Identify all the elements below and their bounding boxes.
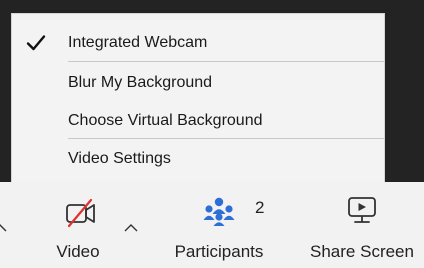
participants-icon bbox=[203, 197, 235, 226]
participants-button-label: Participants bbox=[174, 242, 264, 261]
share-screen-button-label: Share Screen bbox=[310, 242, 414, 261]
meeting-toolbar: Video 2 Participants Share Screen bbox=[0, 182, 424, 268]
share-screen-icon bbox=[348, 197, 376, 223]
check-icon bbox=[26, 35, 46, 51]
menu-item-label: Blur My Background bbox=[68, 74, 213, 91]
chevron-up-icon[interactable] bbox=[123, 222, 139, 232]
video-button[interactable]: Video bbox=[38, 182, 118, 268]
menu-divider bbox=[68, 61, 384, 62]
video-button-label: Video bbox=[56, 242, 100, 261]
video-options-menu: Integrated Webcam Blur My Background Cho… bbox=[11, 13, 385, 183]
participants-count: 2 bbox=[255, 198, 265, 217]
menu-item-blur-background[interactable]: Blur My Background bbox=[12, 64, 384, 102]
menu-item-label: Integrated Webcam bbox=[68, 34, 208, 51]
share-screen-button[interactable]: Share Screen bbox=[302, 182, 422, 268]
menu-divider bbox=[68, 138, 384, 139]
menu-item-choose-virtual-background[interactable]: Choose Virtual Background bbox=[12, 102, 384, 140]
video-off-icon bbox=[66, 198, 95, 228]
menu-item-integrated-webcam[interactable]: Integrated Webcam bbox=[12, 24, 384, 62]
menu-item-video-settings[interactable]: Video Settings bbox=[12, 140, 384, 178]
participants-button[interactable]: 2 Participants bbox=[162, 182, 276, 268]
menu-item-label: Choose Virtual Background bbox=[68, 112, 263, 129]
menu-item-label: Video Settings bbox=[68, 150, 171, 167]
chevron-up-icon[interactable] bbox=[0, 222, 8, 232]
